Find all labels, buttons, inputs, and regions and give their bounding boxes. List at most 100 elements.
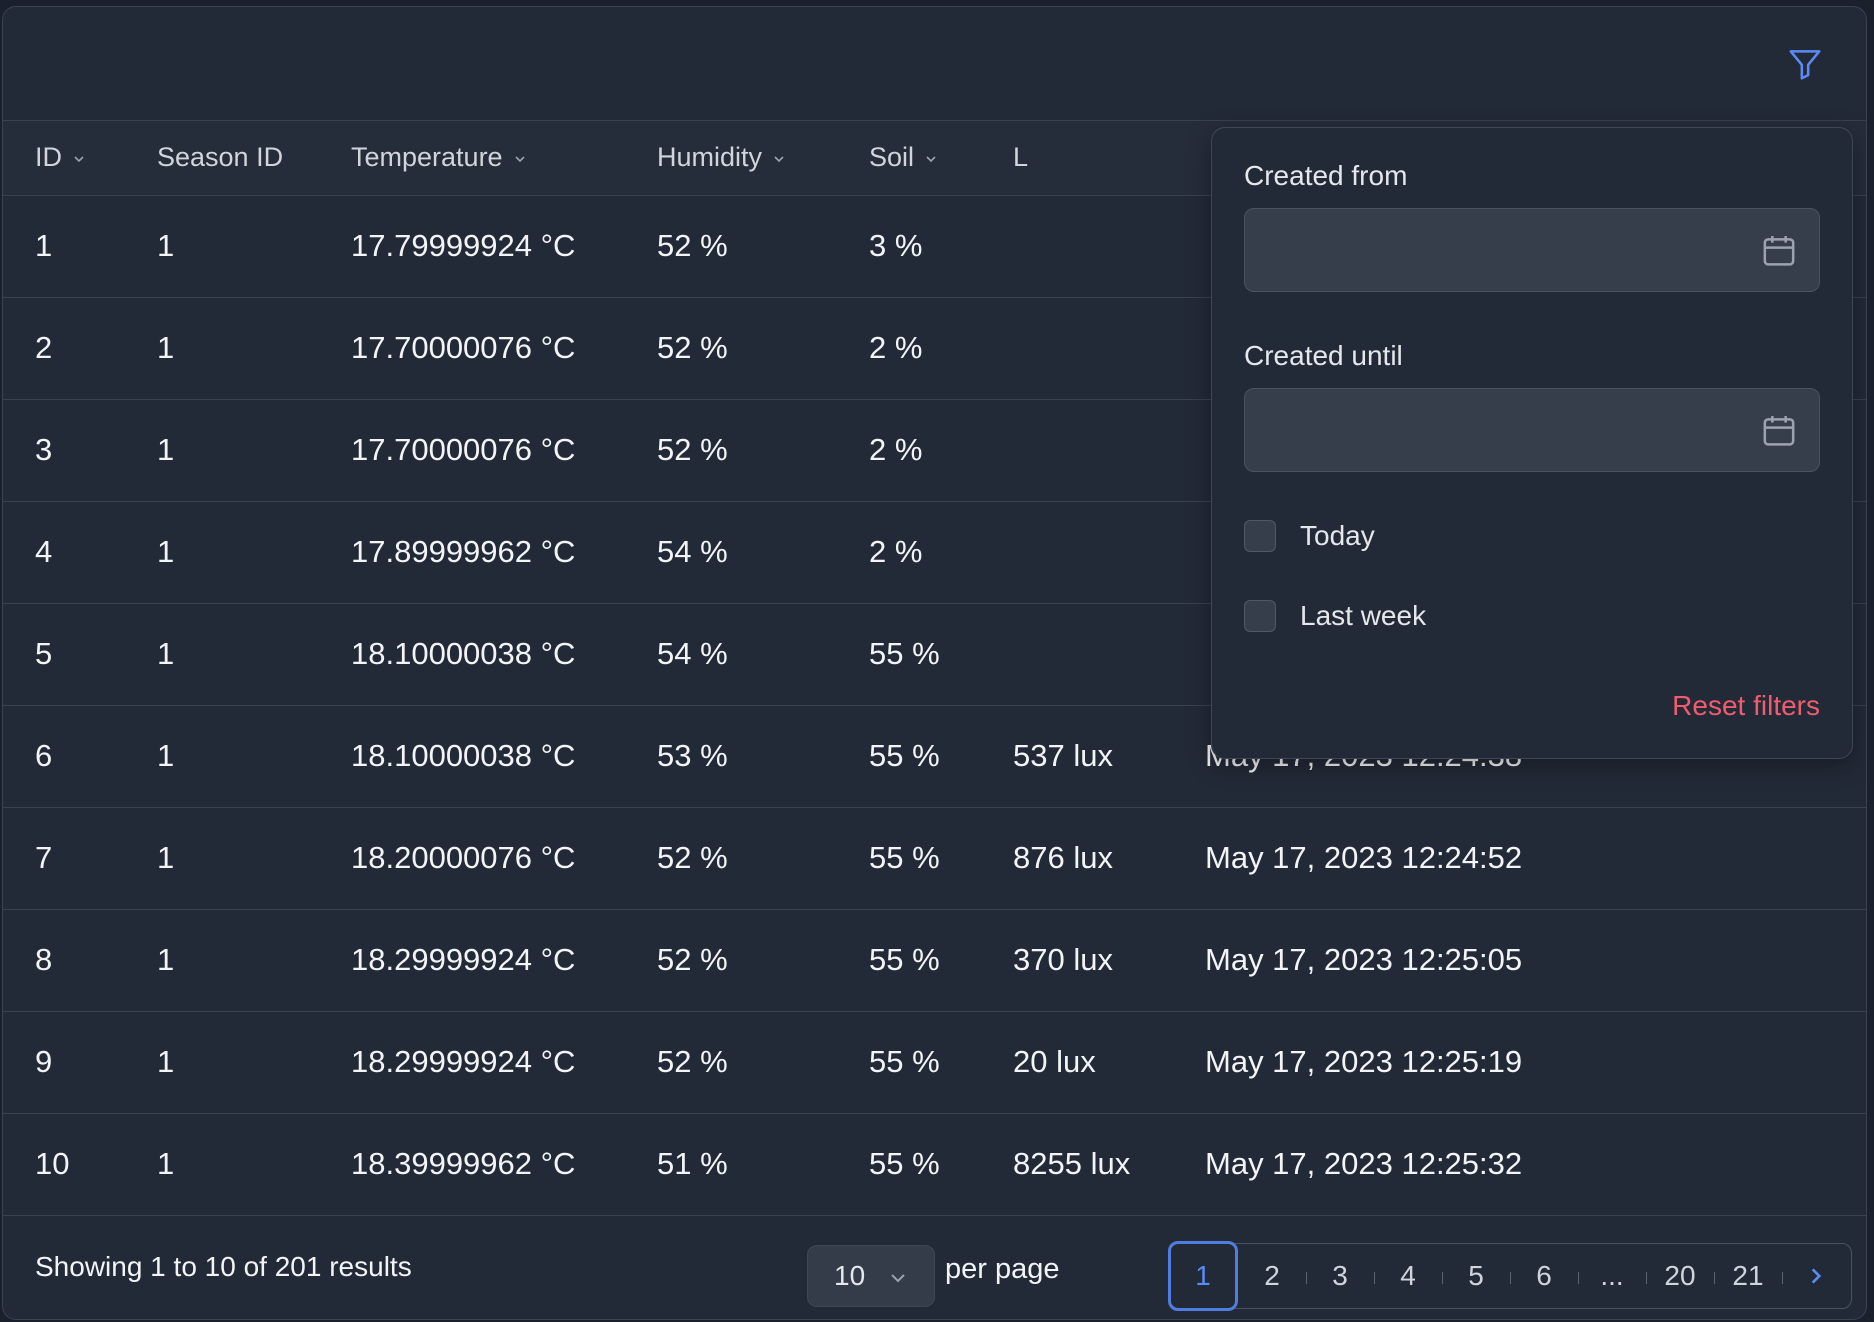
table-cell: 1 xyxy=(157,840,175,875)
table-cell: 1 xyxy=(157,942,175,977)
table-row: 9 1 18.29999924 °C 52 % 55 % 20 lux May 17, 20… xyxy=(3,1011,1866,1113)
reset-filters-button[interactable]: Reset filters xyxy=(1672,690,1820,722)
table-cell: May 17, 2023 12:25:05 xyxy=(1205,942,1523,977)
page-button[interactable]: 4 xyxy=(1374,1244,1442,1308)
table-cell: 20 lux xyxy=(1013,1044,1096,1079)
table-cell: 52 % xyxy=(657,1044,728,1079)
next-page-button[interactable] xyxy=(1782,1244,1850,1308)
table-cell: May 17, 2023 12:25:32 xyxy=(1205,1146,1523,1181)
last-week-filter[interactable]: Last week xyxy=(1244,600,1426,632)
filter-funnel-icon xyxy=(1789,50,1821,80)
created-from-input[interactable] xyxy=(1244,208,1820,292)
page-button[interactable]: 6 xyxy=(1510,1244,1578,1308)
table-cell: 18.29999924 °C xyxy=(351,1044,576,1079)
table-cell xyxy=(981,501,1173,603)
chevron-down-icon xyxy=(926,156,936,163)
last-week-label: Last week xyxy=(1300,600,1427,631)
table-cell: 4 xyxy=(35,534,53,569)
table-cell: 54 % xyxy=(657,534,728,569)
column-header-label: L xyxy=(1013,142,1029,173)
table-cell: 52 % xyxy=(657,228,728,263)
table-cell: 54 % xyxy=(657,636,728,671)
chevron-right-icon xyxy=(1811,1268,1822,1284)
page-button[interactable]: 3 xyxy=(1306,1244,1374,1308)
table-cell: 18.10000038 °C xyxy=(351,738,576,773)
table-cell: 18.10000038 °C xyxy=(351,636,576,671)
per-page-value: 10 xyxy=(834,1260,866,1291)
table-cell: 18.20000076 °C xyxy=(351,840,576,875)
column-header-light[interactable]: L xyxy=(981,121,1173,195)
table-cell: 17.70000076 °C xyxy=(351,330,576,365)
table-cell: 1 xyxy=(157,228,175,263)
table-cell: 55 % xyxy=(869,840,940,875)
table-cell: 537 lux xyxy=(1013,738,1113,773)
table-cell: 10 xyxy=(35,1146,70,1181)
table-cell: 55 % xyxy=(869,1146,940,1181)
table-row: 8 1 18.29999924 °C 52 % 55 % 370 lux May 17, 2… xyxy=(3,909,1866,1011)
created-until-label: Created until xyxy=(1244,340,1403,371)
table-cell xyxy=(981,399,1173,501)
table-cell: 1 xyxy=(157,1044,175,1079)
table-cell: 1 xyxy=(35,228,53,263)
table-cell: 1 xyxy=(157,636,175,671)
column-header-label: Temperature xyxy=(351,142,503,173)
table-cell: 52 % xyxy=(657,840,728,875)
column-header-label: ID xyxy=(35,142,62,173)
per-page-select[interactable]: 10 xyxy=(807,1245,935,1307)
table-cell: 2 % xyxy=(869,534,923,569)
calendar-icon xyxy=(1763,236,1795,266)
page-button[interactable]: 20 xyxy=(1646,1244,1714,1308)
last-week-checkbox[interactable] xyxy=(1244,600,1276,632)
table-cell: 6 xyxy=(35,738,53,773)
results-summary: Showing 1 to 10 of 201 results xyxy=(35,1251,412,1282)
table-cell: 5 xyxy=(35,636,53,671)
table-cell: 8255 lux xyxy=(1013,1146,1131,1181)
table-cell: 7 xyxy=(35,840,53,875)
table-cell: 1 xyxy=(157,432,175,467)
column-header-id[interactable]: ID xyxy=(3,121,125,195)
table-footer: Showing 1 to 10 of 201 results 10 per pa… xyxy=(3,1217,1866,1319)
today-filter[interactable]: Today xyxy=(1244,520,1375,552)
table-cell: 370 lux xyxy=(1013,942,1113,977)
column-header-label: Humidity xyxy=(657,142,763,173)
table-cell: 2 % xyxy=(869,432,923,467)
page-button[interactable]: 5 xyxy=(1442,1244,1510,1308)
table-cell: 3 % xyxy=(869,228,923,263)
column-header-humidity[interactable]: Humidity xyxy=(625,121,837,195)
today-checkbox[interactable] xyxy=(1244,520,1276,552)
table-cell: May 17, 2023 12:24:52 xyxy=(1205,840,1523,875)
calendar-icon xyxy=(1763,416,1795,446)
column-header-season-id: Season ID xyxy=(125,121,319,195)
filter-button[interactable] xyxy=(1782,41,1828,87)
table-cell: 55 % xyxy=(869,738,940,773)
column-header-temperature[interactable]: Temperature xyxy=(319,121,625,195)
created-from-label: Created from xyxy=(1244,160,1408,191)
table-cell: 1 xyxy=(157,534,175,569)
page-button[interactable]: 1 xyxy=(1168,1241,1238,1311)
table-cell: 17.89999962 °C xyxy=(351,534,576,569)
table-cell: 9 xyxy=(35,1044,53,1079)
table-cell: 1 xyxy=(157,1146,175,1181)
table-row: 10 1 18.39999962 °C 51 % 55 % 8255 lux May 17,… xyxy=(3,1113,1866,1215)
table-cell: 52 % xyxy=(657,942,728,977)
table-cell: 55 % xyxy=(869,1044,940,1079)
table-cell: 18.29999924 °C xyxy=(351,942,576,977)
table-cell: 17.79999924 °C xyxy=(351,228,576,263)
today-label: Today xyxy=(1300,520,1375,551)
table-cell: 53 % xyxy=(657,738,728,773)
table-cell: 51 % xyxy=(657,1146,728,1181)
column-header-label: Season ID xyxy=(157,142,284,173)
table-cell xyxy=(981,297,1173,399)
column-header-soil[interactable]: Soil xyxy=(837,121,981,195)
table-cell xyxy=(981,195,1173,297)
table-cell: 17.70000076 °C xyxy=(351,432,576,467)
column-header-label: Soil xyxy=(869,142,915,173)
table-cell: 876 lux xyxy=(1013,840,1113,875)
created-until-input[interactable] xyxy=(1244,388,1820,472)
pagination: 1 2 3 4 5 6... 20 21 xyxy=(1168,1241,1852,1311)
table-toolbar xyxy=(3,7,1866,121)
page-button[interactable]: 21 xyxy=(1714,1244,1782,1308)
chevron-down-icon xyxy=(515,156,525,163)
table-cell: 3 xyxy=(35,432,53,467)
page-button[interactable]: 2 xyxy=(1238,1244,1306,1308)
